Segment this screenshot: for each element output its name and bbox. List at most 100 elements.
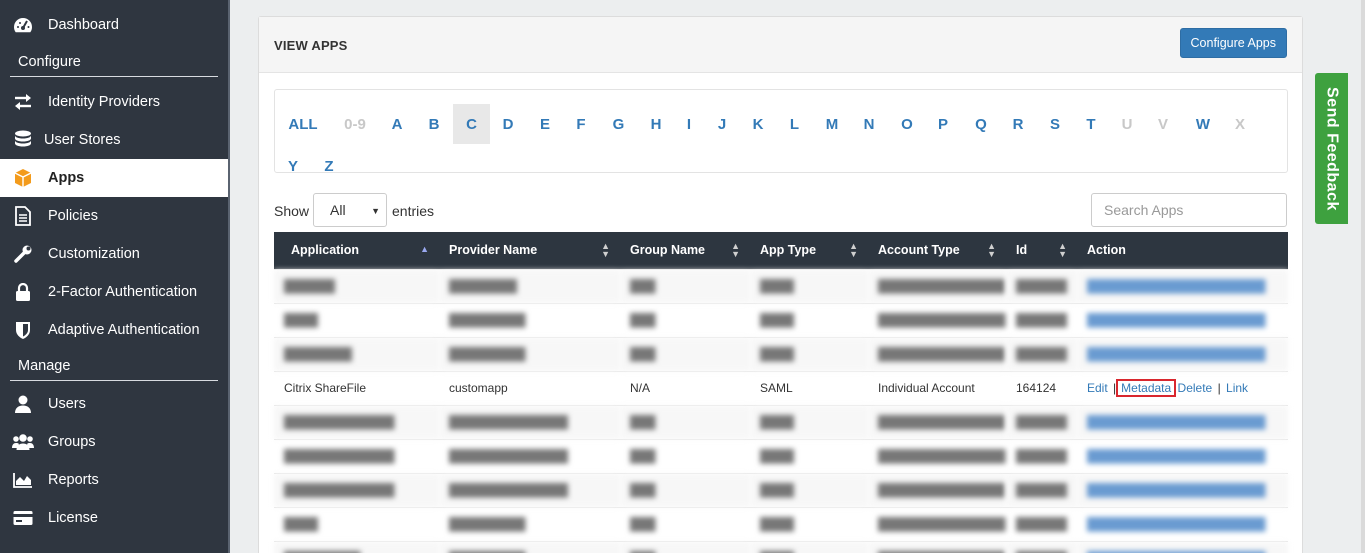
filter-t[interactable]: T — [1073, 104, 1109, 144]
sidebar-item-apps[interactable]: Apps — [0, 159, 228, 197]
sidebar-item-customization[interactable]: Customization — [0, 235, 228, 273]
section-label: Manage — [18, 358, 71, 374]
filter-m[interactable]: M — [812, 104, 852, 144]
dashboard-icon — [12, 15, 34, 35]
table-row-redacted: ████████████████████████████████████████… — [274, 336, 1288, 371]
filter-h[interactable]: H — [637, 104, 675, 144]
filter-g[interactable]: G — [600, 104, 637, 144]
filter-x: X — [1234, 115, 1245, 133]
filter-d[interactable]: D — [490, 104, 526, 144]
sidebar-item-reports[interactable]: Reports — [0, 461, 228, 499]
filter-p[interactable]: P — [925, 104, 961, 144]
filter-e[interactable]: E — [527, 104, 563, 144]
filter-y[interactable]: Y — [275, 146, 311, 186]
filter-v: V — [1157, 115, 1168, 133]
sidebar-item-adaptive-authentication[interactable]: Adaptive Authentication — [0, 311, 228, 349]
sidebar-item-label: Apps — [48, 170, 85, 186]
panel-header: VIEW APPS Configure Apps — [259, 17, 1302, 73]
database-icon — [12, 130, 34, 150]
column-header-action: Action — [1077, 232, 1288, 269]
filter-w[interactable]: W — [1183, 104, 1223, 144]
area-chart-icon — [12, 470, 34, 490]
page-scrollbar[interactable] — [1361, 0, 1365, 553]
sidebar-item-label: License — [48, 510, 98, 526]
filter-f[interactable]: F — [563, 104, 599, 144]
sidebar-item-label: 2-Factor Authentication — [48, 284, 198, 300]
exchange-icon — [12, 92, 34, 112]
column-header-application[interactable]: Application ▲ — [274, 232, 439, 269]
filter-all[interactable]: ALL — [279, 104, 327, 144]
column-label: App Type — [760, 243, 817, 258]
filter-s[interactable]: S — [1037, 104, 1073, 144]
sidebar-item-label: Adaptive Authentication — [48, 322, 200, 338]
sidebar-item-groups[interactable]: Groups — [0, 423, 228, 461]
entries-select[interactable]: All ▼ — [313, 193, 387, 227]
table-header-row: Application ▲ Provider Name ▲ ▼ Group Name ▲… — [274, 232, 1288, 269]
table-row-redacted: ████████████████████████████████████████… — [274, 540, 1288, 553]
document-icon — [12, 206, 34, 226]
send-feedback-label: Send Feedback — [1323, 86, 1341, 211]
filter-k[interactable]: K — [740, 104, 776, 144]
column-label: Action — [1087, 243, 1126, 258]
divider — [10, 76, 218, 77]
column-header-app-type[interactable]: App Type ▲ ▼ — [750, 232, 868, 269]
sidebar-edge — [228, 0, 230, 553]
sidebar-item-label: Dashboard — [48, 17, 119, 33]
cell-provider-name: customapp — [439, 370, 620, 405]
table-row-redacted: ████████████████████████████████████████… — [274, 472, 1288, 507]
wrench-icon — [12, 244, 34, 264]
filter-z[interactable]: Z — [311, 146, 347, 186]
sort-icon: ▲ ▼ — [987, 241, 996, 259]
delete-link[interactable]: Delete — [1178, 381, 1213, 395]
edit-link[interactable]: Edit — [1087, 381, 1108, 395]
caret-down-icon: ▼ — [371, 206, 380, 216]
shield-icon — [12, 320, 34, 340]
table-row-redacted: ████████████████████████████████████████… — [274, 506, 1288, 541]
sidebar-item-label: Reports — [48, 472, 99, 488]
column-header-account-type[interactable]: Account Type ▲ ▼ — [868, 232, 1006, 269]
sort-asc-icon: ▲ — [420, 244, 429, 254]
filter-l[interactable]: L — [777, 104, 812, 144]
sidebar-item-label: Identity Providers — [48, 94, 161, 110]
section-manage: Manage — [0, 358, 218, 381]
sidebar-item-identity-providers[interactable]: Identity Providers — [0, 83, 228, 121]
filter-j[interactable]: J — [705, 104, 739, 144]
sort-icon: ▲ ▼ — [601, 241, 610, 259]
table-row-redacted: ████████████████████████████████████████… — [274, 438, 1288, 473]
sidebar-item-label: Groups — [48, 434, 96, 450]
sidebar-item-license[interactable]: License — [0, 499, 228, 537]
table-row-redacted: ████████████████████████████████████████… — [274, 302, 1288, 337]
column-label: Id — [1016, 243, 1028, 258]
filter-a[interactable]: A — [379, 104, 415, 144]
sidebar-item-label: Customization — [48, 246, 140, 262]
section-configure: Configure — [0, 54, 218, 77]
sidebar-item-user-stores[interactable]: User Stores — [0, 121, 228, 159]
action-separator: | — [1217, 381, 1221, 395]
cell-action: Edit | Metadata Delete | Link — [1077, 370, 1288, 405]
metadata-link[interactable]: Metadata — [1116, 379, 1177, 397]
filter-c[interactable]: C — [453, 104, 490, 144]
sidebar-item-label: User Stores — [44, 132, 121, 148]
sidebar-item-dashboard[interactable]: Dashboard — [0, 6, 228, 44]
filter-o[interactable]: O — [888, 104, 926, 144]
filter-r[interactable]: R — [999, 104, 1037, 144]
sidebar-item-users[interactable]: Users — [0, 385, 228, 423]
section-label: Configure — [18, 54, 81, 70]
cell-app-type: SAML — [750, 370, 868, 405]
filter-b[interactable]: B — [416, 104, 452, 144]
column-header-group-name[interactable]: Group Name ▲ ▼ — [620, 232, 750, 269]
table-row-redacted: ████████████████████████████████████████… — [274, 404, 1288, 439]
filter-n[interactable]: N — [850, 104, 888, 144]
sidebar-item-policies[interactable]: Policies — [0, 197, 228, 235]
column-header-provider-name[interactable]: Provider Name ▲ ▼ — [439, 232, 620, 269]
configure-apps-button[interactable]: Configure Apps — [1179, 28, 1287, 58]
column-header-id[interactable]: Id ▲ ▼ — [1006, 232, 1077, 269]
filter-i[interactable]: I — [674, 104, 704, 144]
filter-q[interactable]: Q — [962, 104, 1000, 144]
sidebar-item-2fa[interactable]: 2-Factor Authentication — [0, 273, 228, 311]
filter-u: U — [1121, 115, 1133, 133]
search-apps-input[interactable] — [1091, 193, 1287, 227]
cell-id: 164124 — [1006, 370, 1077, 405]
send-feedback-button[interactable]: Send Feedback — [1315, 73, 1348, 224]
link-link[interactable]: Link — [1226, 381, 1248, 395]
